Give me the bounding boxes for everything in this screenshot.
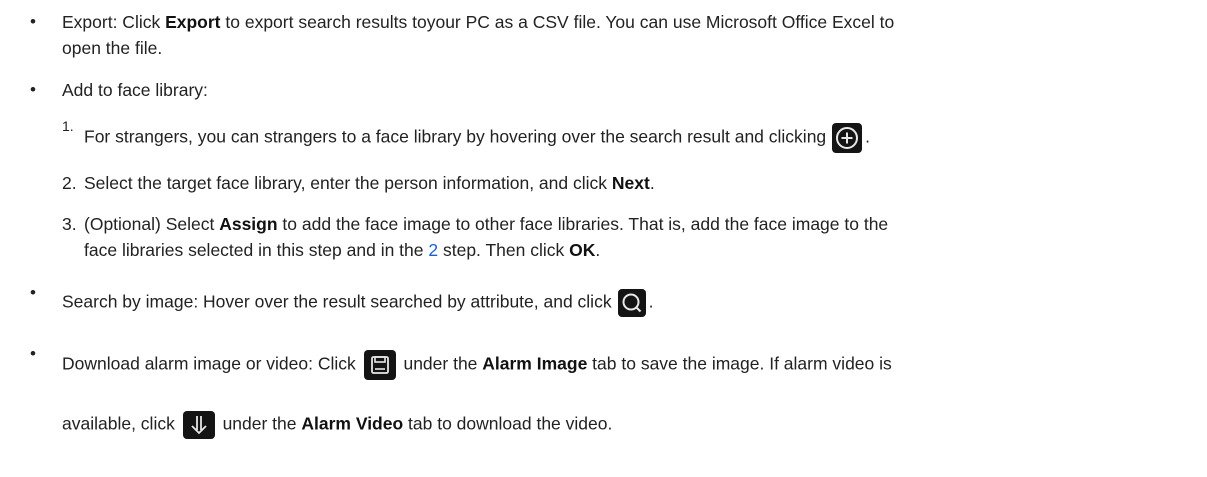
bullet: •	[30, 80, 36, 99]
plus-circle-icon	[832, 123, 863, 153]
download-arrow-icon	[182, 411, 215, 439]
bullet: •	[30, 12, 36, 31]
magnifier-icon	[617, 289, 646, 317]
floppy-disk-icon	[363, 350, 396, 380]
export-keyword: Export	[165, 12, 221, 32]
step-2-link[interactable]: 2	[428, 240, 438, 260]
bullet: •	[30, 344, 36, 363]
bullet: •	[30, 283, 36, 302]
